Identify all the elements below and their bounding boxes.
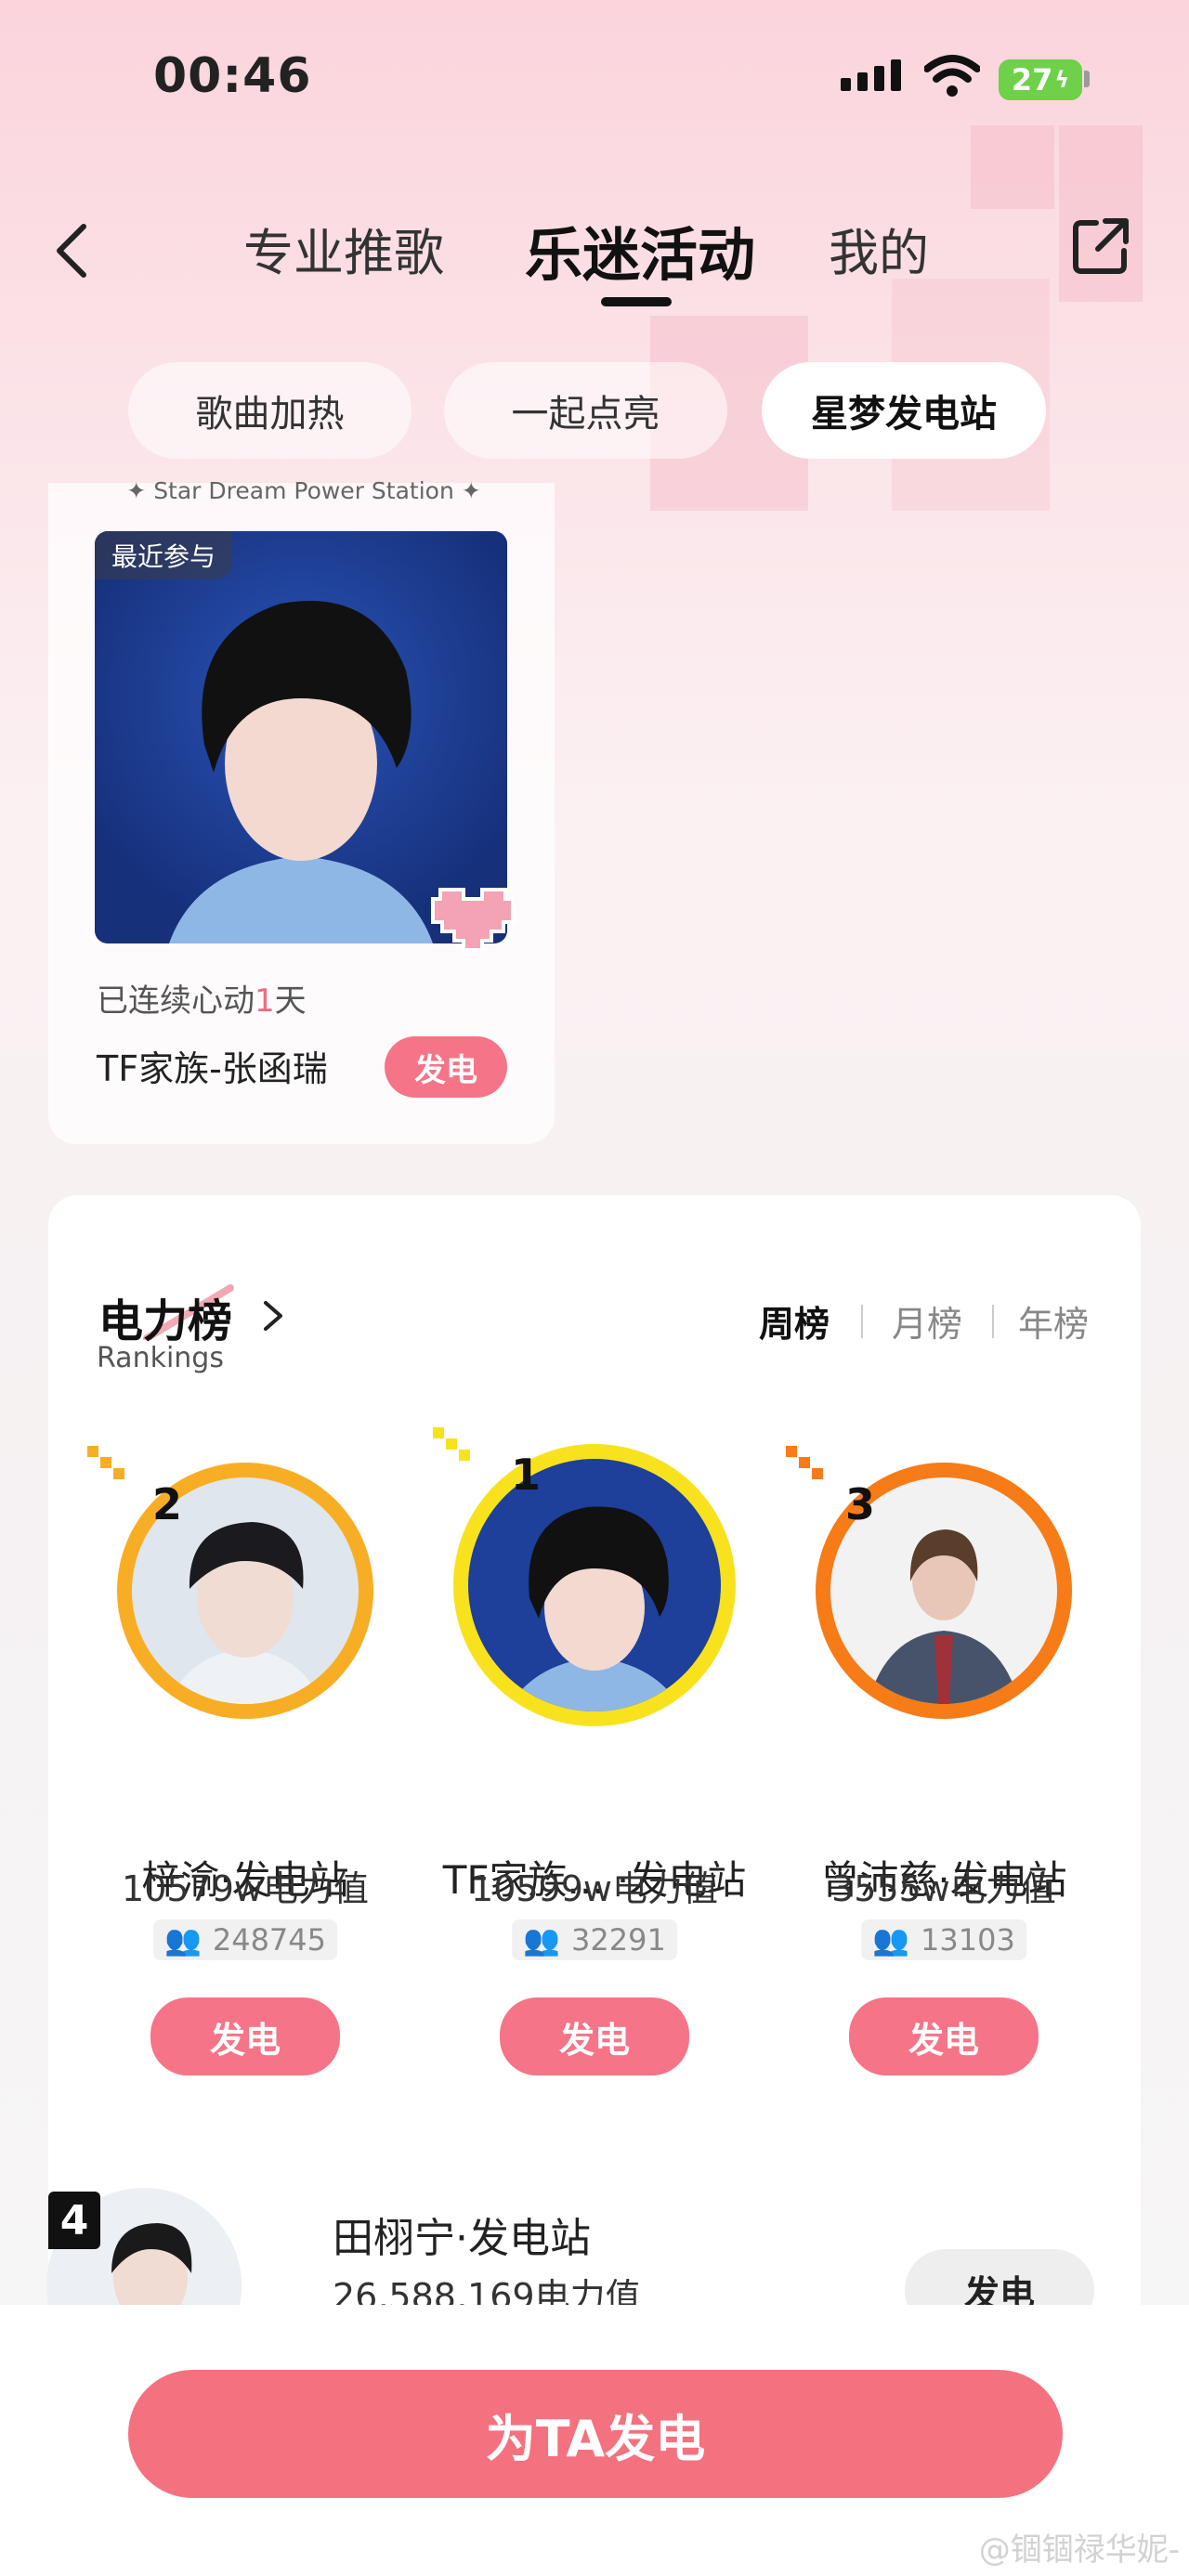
battery-level: 27 (1011, 62, 1053, 98)
share-icon[interactable] (1068, 214, 1133, 279)
fans-icon: 👥 (872, 1922, 910, 1958)
podium-power-button[interactable]: 发电 (150, 1997, 340, 2075)
fans-count: 248745 (212, 1922, 326, 1958)
podium-item-rank-3[interactable]: 3 曾沛慈·发电站 (786, 1444, 1102, 1903)
recent-badge: 最近参与 (95, 531, 233, 579)
top-nav: 专业推歌 乐迷活动 我的 (0, 204, 1189, 316)
power-for-ta-button[interactable]: 为TA发电 (128, 2370, 1063, 2498)
fans-icon: 👥 (523, 1922, 561, 1958)
podium-power: 10579w电力值 (122, 1868, 369, 1909)
cellular-signal-icon (841, 59, 901, 91)
active-tab-indicator (601, 297, 672, 306)
rankings-subtitle: Rankings (97, 1342, 224, 1374)
streak-days: 1 (255, 982, 275, 1020)
fans-icon: 👥 (164, 1922, 202, 1958)
recent-power-button[interactable]: 发电 (385, 1036, 507, 1098)
pixel-decoration (87, 1446, 124, 1479)
row4-name[interactable]: 田栩宁·发电站 (333, 2205, 591, 2264)
tab-fan-activities[interactable]: 乐迷活动 (525, 208, 755, 292)
recent-participation-card[interactable]: ✦ Star Dream Power Station ✦ 最近参与 已连续心动1… (48, 477, 555, 1144)
card-subtitle-text: Star Dream Power Station (153, 477, 454, 504)
pixel-decoration (433, 1427, 470, 1461)
avatar-ring (453, 1444, 736, 1726)
tab-pro-push[interactable]: 专业推歌 (243, 212, 444, 285)
chevron-right-icon[interactable] (260, 1297, 286, 1334)
podium-power-button[interactable]: 发电 (500, 1997, 689, 2075)
pixel-decoration (786, 1446, 823, 1479)
period-divider (992, 1305, 994, 1338)
podium-item-rank-1[interactable]: 1 TF家族... ·发电站 (433, 1427, 752, 1903)
podium-power: 10599w电力值 (471, 1868, 718, 1909)
battery-tip (1084, 71, 1090, 87)
subtab-song-heat[interactable]: 歌曲加热 (128, 362, 412, 459)
rank-number: 3 (845, 1479, 876, 1529)
sparkle-icon: ✦ (126, 477, 154, 504)
subtab-star-dream[interactable]: 星梦发电站 (762, 362, 1046, 459)
avatar-image (468, 1459, 721, 1711)
period-divider (861, 1305, 863, 1338)
podium-fans: 👥 32291 (512, 1919, 677, 1960)
pixel-heart-icon (431, 888, 515, 952)
back-arrow-icon[interactable] (46, 214, 102, 288)
rankings-title[interactable]: 电力榜 (98, 1284, 232, 1349)
card-subtitle: ✦ Star Dream Power Station ✦ (95, 477, 513, 504)
recent-artist-name: TF家族-张函瑞 (97, 1048, 328, 1089)
period-yearly[interactable]: 年榜 (1018, 1295, 1089, 1347)
status-bar: 00:46 27 ϟ (0, 0, 1189, 158)
status-time: 00:46 (153, 48, 312, 104)
rank-number: 4 (48, 2192, 100, 2249)
avatar (468, 1459, 721, 1711)
podium-power-button[interactable]: 发电 (849, 1997, 1039, 2075)
tab-mine[interactable]: 我的 (829, 212, 929, 285)
fans-count: 32291 (571, 1922, 666, 1958)
podium-fans: 👥 248745 (153, 1919, 337, 1960)
subtab-light-up[interactable]: 一起点亮 (444, 362, 727, 459)
period-weekly[interactable]: 周榜 (759, 1295, 830, 1347)
wifi-icon (924, 55, 980, 97)
rankings-card: 电力榜 Rankings 周榜 月榜 年榜 2 梓渝·发电站 10579w电力值… (48, 1195, 1141, 2309)
podium-item-rank-2[interactable]: 2 梓渝·发电站 (87, 1444, 403, 1903)
rank-number: 1 (511, 1450, 542, 1500)
streak-text: 已连续心动1天 (97, 975, 307, 1021)
battery-icon: 27 ϟ (999, 59, 1082, 100)
watermark: @锢锢禄华妮- (978, 2531, 1180, 2569)
streak-prefix: 已连续心动 (97, 982, 255, 1020)
rank-number: 2 (152, 1479, 183, 1529)
sparkle-icon: ✦ (453, 477, 481, 504)
period-monthly[interactable]: 月榜 (892, 1295, 962, 1347)
podium-power: 3555w电力值 (831, 1868, 1056, 1909)
streak-suffix: 天 (274, 982, 307, 1020)
podium-fans: 👥 13103 (861, 1919, 1026, 1960)
fans-count: 13103 (921, 1922, 1015, 1958)
